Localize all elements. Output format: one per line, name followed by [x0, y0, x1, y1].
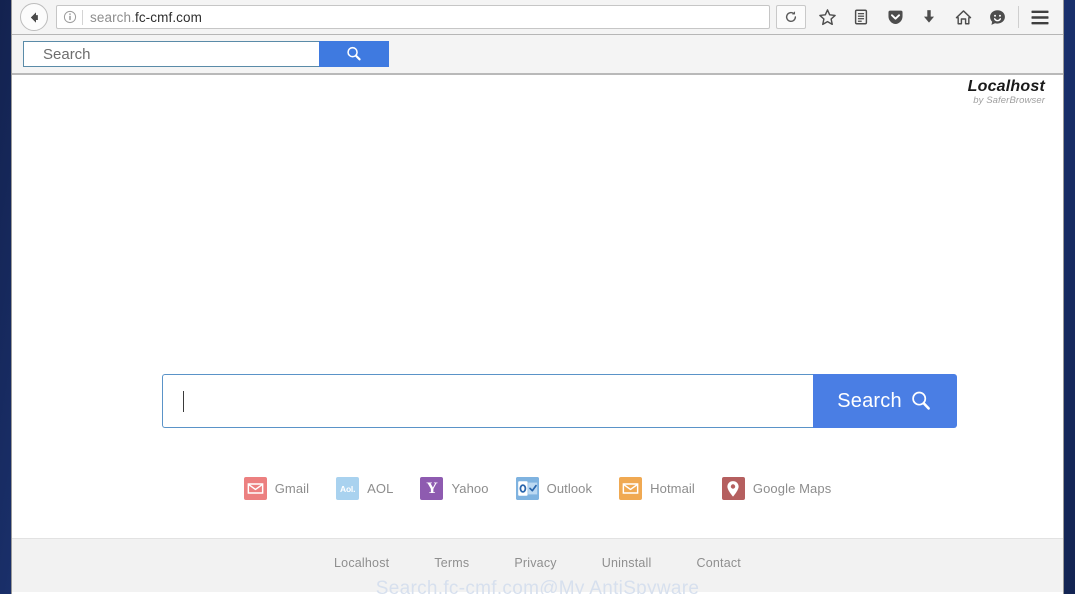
footer-link-contact[interactable]: Contact: [697, 556, 741, 570]
footer-link-localhost[interactable]: Localhost: [334, 556, 389, 570]
magnifier-icon: [347, 46, 361, 61]
extension-toolbar: Search: [12, 35, 1063, 75]
download-arrow-icon[interactable]: [912, 2, 946, 32]
shortcut-label: Outlook: [546, 481, 593, 496]
shortcut-yahoo[interactable]: Y Yahoo: [420, 477, 489, 500]
main-search-input[interactable]: [162, 374, 813, 428]
shortcut-gmail[interactable]: Gmail: [243, 477, 310, 500]
main-search-button[interactable]: Search: [813, 374, 957, 428]
footer-link-privacy[interactable]: Privacy: [514, 556, 556, 570]
shortcut-label: Yahoo: [451, 481, 489, 496]
brand-logo: Localhost by SaferBrowser: [967, 78, 1045, 106]
main-search-button-label: Search: [837, 389, 902, 412]
shortcut-label: AOL: [367, 481, 394, 496]
shortcut-label: Google Maps: [752, 481, 832, 496]
url-bar[interactable]: search.fc-cmf.com: [56, 5, 770, 29]
home-icon[interactable]: [946, 2, 980, 32]
hamburger-menu-icon[interactable]: [1023, 2, 1057, 32]
footer-link-uninstall[interactable]: Uninstall: [602, 556, 652, 570]
back-arrow-icon: [30, 11, 38, 23]
reload-icon: [785, 11, 797, 23]
hotmail-envelope-icon: [619, 477, 643, 500]
page-footer: Localhost Terms Privacy Uninstall Contac…: [12, 538, 1063, 594]
library-icon[interactable]: [844, 2, 878, 32]
footer-link-terms[interactable]: Terms: [434, 556, 469, 570]
url-bar-divider: [82, 9, 83, 25]
info-circle-icon[interactable]: [59, 6, 81, 28]
shortcut-google-maps[interactable]: Google Maps: [721, 477, 832, 500]
back-button[interactable]: [20, 3, 48, 31]
extension-search-button[interactable]: [319, 41, 389, 67]
shortcut-label: Hotmail: [650, 481, 695, 496]
url-domain: fc-cmf.com: [134, 9, 202, 25]
browser-window: search.fc-cmf.com Search Localhost by Sa…: [11, 0, 1064, 594]
yahoo-glyph: Y: [426, 479, 438, 497]
url-subdomain: search.: [90, 9, 135, 25]
brand-name: Localhost: [967, 78, 1045, 95]
shortcut-outlook[interactable]: Outlook: [515, 477, 593, 500]
main-search-group: Search: [162, 374, 957, 428]
browser-navigation-toolbar: search.fc-cmf.com: [12, 0, 1063, 35]
magnifier-icon: [912, 391, 930, 410]
footer-links: Localhost Terms Privacy Uninstall Contac…: [12, 556, 1063, 570]
aol-wordmark-icon: Aol.: [336, 477, 360, 500]
bookmark-star-icon[interactable]: [810, 2, 844, 32]
page-content: Localhost by SaferBrowser Search Gmail A…: [12, 75, 1063, 594]
extension-search-group: Search: [23, 41, 389, 67]
url-text: search.fc-cmf.com: [90, 10, 202, 25]
shortcuts-row: Gmail Aol. AOL Y Yahoo Outlook Hotmail G…: [12, 477, 1063, 500]
reload-button[interactable]: [776, 5, 806, 29]
outlook-o-icon: [515, 477, 539, 500]
gmail-envelope-icon: [243, 477, 267, 500]
watermark-text: Search.fc-cmf.com@My AntiSpyware: [375, 578, 700, 594]
toolbar-divider: [1018, 6, 1019, 28]
shortcut-hotmail[interactable]: Hotmail: [619, 477, 695, 500]
map-pin-icon: [721, 477, 745, 500]
yahoo-y-icon: Y: [420, 477, 444, 500]
pocket-shield-icon[interactable]: [878, 2, 912, 32]
aol-glyph: Aol.: [340, 483, 356, 494]
brand-tagline: by SaferBrowser: [973, 94, 1045, 106]
text-cursor: [183, 390, 184, 412]
sync-smiley-icon[interactable]: [980, 2, 1014, 32]
shortcut-label: Gmail: [274, 481, 310, 496]
shortcut-aol[interactable]: Aol. AOL: [336, 477, 393, 500]
extension-search-input[interactable]: Search: [23, 41, 319, 67]
